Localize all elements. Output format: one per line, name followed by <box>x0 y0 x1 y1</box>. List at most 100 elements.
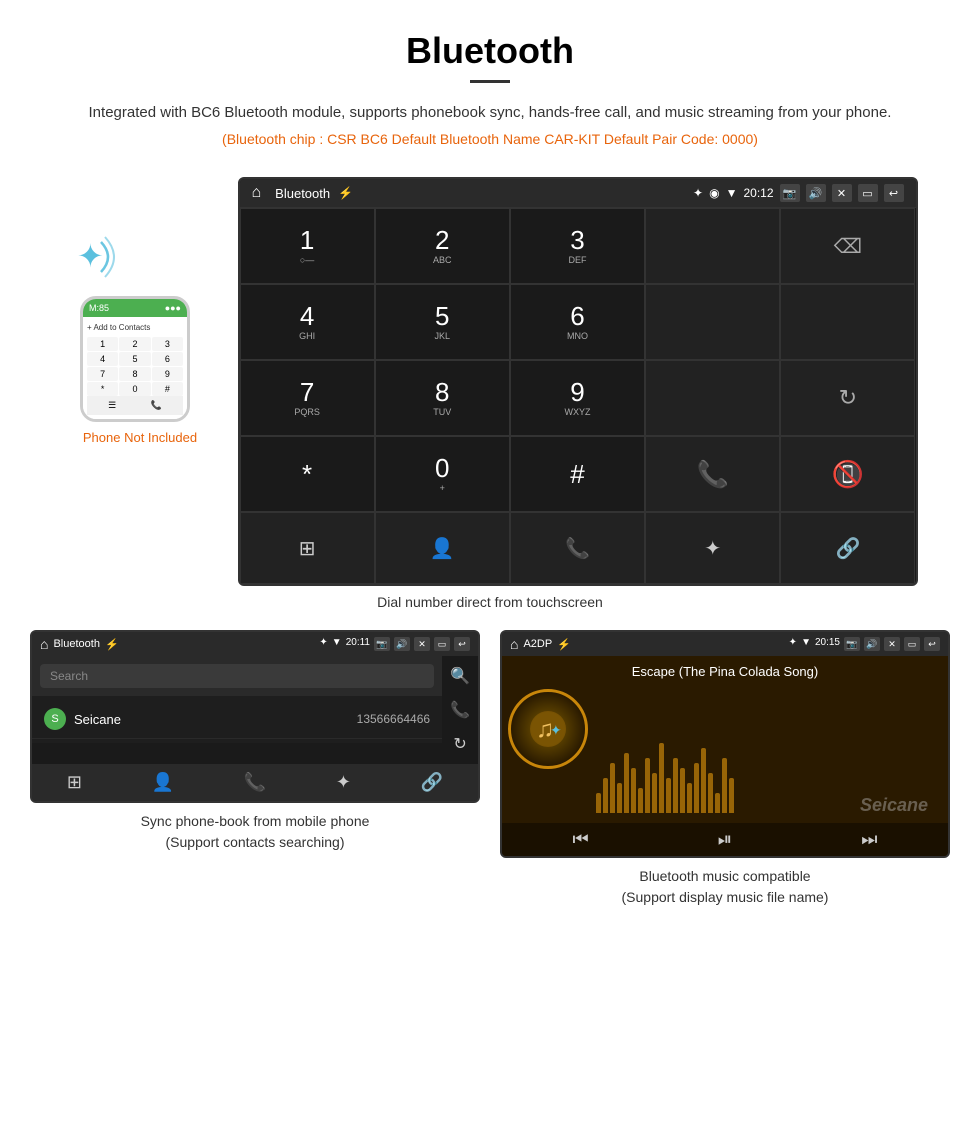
phone-key-2[interactable]: 2 <box>119 337 150 351</box>
contact-item[interactable]: S Seicane 13566664466 <box>32 700 442 739</box>
contacts-camera-icon[interactable]: 📷 <box>374 637 390 651</box>
phone-key-hash[interactable]: # <box>152 382 183 396</box>
signal-icon: ▼ <box>726 186 738 200</box>
dial-key-9[interactable]: 9 WXYZ <box>510 360 645 436</box>
dial-key-7[interactable]: 7 PQRS <box>240 360 375 436</box>
contacts-close-icon[interactable]: ✕ <box>414 637 430 651</box>
music-vol-icon[interactable]: 🔊 <box>864 637 880 651</box>
contacts-nav-bt[interactable]: ✦ <box>336 772 351 793</box>
dial-display-area <box>645 208 780 284</box>
dial-empty-row2-1 <box>645 284 780 360</box>
back-icon[interactable]: ↩ <box>884 184 904 202</box>
contact-avatar: S <box>44 708 66 730</box>
dial-call-btn[interactable]: 📞 <box>645 436 780 512</box>
phone-bottom-bar: ☰ 📞 <box>87 396 183 415</box>
contacts-home-icon[interactable]: ⌂ <box>40 636 48 652</box>
phone-key-1[interactable]: 1 <box>87 337 118 351</box>
contacts-sync-icon[interactable]: ↻ <box>453 734 466 754</box>
contacts-statusbar-title: Bluetooth <box>53 638 99 650</box>
statusbar-title: Bluetooth <box>275 186 330 201</box>
camera-icon[interactable]: 📷 <box>780 184 800 202</box>
prev-icon[interactable]: ⏮ <box>573 829 589 850</box>
contacts-nav-phone[interactable]: 📞 <box>244 772 266 793</box>
play-pause-icon[interactable]: ⏯ <box>718 829 732 850</box>
dial-screen: ⌂ Bluetooth ⚡ ✦ ◉ ▼ 20:12 📷 🔊 ✕ ▭ ↩ 1 ○— <box>238 177 918 586</box>
contacts-nav-link[interactable]: 🔗 <box>421 772 443 793</box>
contacts-screen-block: ⌂ Bluetooth ⚡ ✦ ▼ 20:11 📷 🔊 ✕ ▭ ↩ <box>30 630 480 908</box>
contacts-nav-grid[interactable]: ⊞ <box>67 772 82 793</box>
viz-bar <box>729 778 734 813</box>
window-icon[interactable]: ▭ <box>858 184 878 202</box>
phone-key-9[interactable]: 9 <box>152 367 183 381</box>
contacts-search-bar[interactable]: Search <box>40 664 434 688</box>
contacts-phone-icon[interactable]: 📞 <box>450 700 470 720</box>
music-statusbar-title: A2DP <box>523 638 552 650</box>
dial-refresh-btn[interactable]: ↻ <box>780 360 915 436</box>
dial-nav-recents[interactable]: 📞 <box>510 512 645 584</box>
dial-nav-dialpad[interactable]: ⊞ <box>240 512 375 584</box>
dial-key-1[interactable]: 1 ○— <box>240 208 375 284</box>
phone-key-0[interactable]: 0 <box>119 382 150 396</box>
page-description: Integrated with BC6 Bluetooth module, su… <box>20 101 960 125</box>
dial-key-2[interactable]: 2 ABC <box>375 208 510 284</box>
music-song-title: Escape (The Pina Colada Song) <box>622 656 828 683</box>
next-icon[interactable]: ⏭ <box>861 829 877 850</box>
dial-key-hash[interactable]: # <box>510 436 645 512</box>
viz-bar <box>659 743 664 813</box>
dial-nav-settings[interactable]: 🔗 <box>780 512 915 584</box>
dial-key-5[interactable]: 5 JKL <box>375 284 510 360</box>
close-icon[interactable]: ✕ <box>832 184 852 202</box>
phone-key-8[interactable]: 8 <box>119 367 150 381</box>
contacts-statusbar-right: ✦ ▼ 20:11 📷 🔊 ✕ ▭ ↩ <box>319 637 470 651</box>
dial-key-star[interactable]: * <box>240 436 375 512</box>
contacts-statusbar-left: ⌂ Bluetooth ⚡ <box>40 636 119 652</box>
dial-key-8[interactable]: 8 TUV <box>375 360 510 436</box>
contacts-search-icon[interactable]: 🔍 <box>450 666 470 686</box>
music-home-icon[interactable]: ⌂ <box>510 636 518 652</box>
music-camera-icon[interactable]: 📷 <box>844 637 860 651</box>
viz-bar <box>603 778 608 813</box>
bluetooth-status-icon: ✦ <box>693 186 703 200</box>
dial-key-4[interactable]: 4 GHI <box>240 284 375 360</box>
dial-key-0[interactable]: 0 + <box>375 436 510 512</box>
music-win-icon[interactable]: ▭ <box>904 637 920 651</box>
music-close-icon[interactable]: ✕ <box>884 637 900 651</box>
dial-key-3[interactable]: 3 DEF <box>510 208 645 284</box>
phone-key-5[interactable]: 5 <box>119 352 150 366</box>
dial-nav-contacts[interactable]: 👤 <box>375 512 510 584</box>
volume-icon[interactable]: 🔊 <box>806 184 826 202</box>
main-section: ✦ M:85 ●●● + Add to Contacts 1 2 3 <box>0 177 980 586</box>
contacts-caption-line2: (Support contacts searching) <box>166 834 345 850</box>
viz-bar <box>624 753 629 813</box>
contacts-back-icon[interactable]: ↩ <box>454 637 470 651</box>
phone-back-icon: ☰ <box>108 400 116 411</box>
statusbar-left: ⌂ Bluetooth ⚡ <box>252 184 354 202</box>
music-back-icon[interactable]: ↩ <box>924 637 940 651</box>
viz-bar <box>715 793 720 813</box>
contacts-caption-line1: Sync phone-book from mobile phone <box>141 813 370 829</box>
dial-caption: Dial number direct from touchscreen <box>0 594 980 610</box>
music-statusbar: ⌂ A2DP ⚡ ✦ ▼ 20:15 📷 🔊 ✕ ▭ ↩ <box>502 632 948 656</box>
phone-key-4[interactable]: 4 <box>87 352 118 366</box>
viz-bar <box>666 778 671 813</box>
phone-key-3[interactable]: 3 <box>152 337 183 351</box>
phone-key-6[interactable]: 6 <box>152 352 183 366</box>
contacts-vol-icon[interactable]: 🔊 <box>394 637 410 651</box>
viz-bar <box>645 758 650 813</box>
bt-signal-wrapper: ✦ <box>63 227 123 291</box>
phone-key-7[interactable]: 7 <box>87 367 118 381</box>
home-icon[interactable]: ⌂ <box>252 184 262 202</box>
music-signal-icon: ▼ <box>801 637 811 651</box>
location-icon: ◉ <box>709 186 719 200</box>
contacts-nav-user[interactable]: 👤 <box>152 772 174 793</box>
phone-key-star[interactable]: * <box>87 382 118 396</box>
dial-nav-bluetooth[interactable]: ✦ <box>645 512 780 584</box>
dial-key-6[interactable]: 6 MNO <box>510 284 645 360</box>
contacts-win-icon[interactable]: ▭ <box>434 637 450 651</box>
dial-end-btn[interactable]: 📵 <box>780 436 915 512</box>
title-divider <box>470 80 510 83</box>
contact-name: Seicane <box>74 712 357 727</box>
phone-call-icon[interactable]: 📞 <box>151 400 162 411</box>
dial-backspace[interactable]: ⌫ <box>780 208 915 284</box>
phone-status: M:85 <box>89 303 109 313</box>
